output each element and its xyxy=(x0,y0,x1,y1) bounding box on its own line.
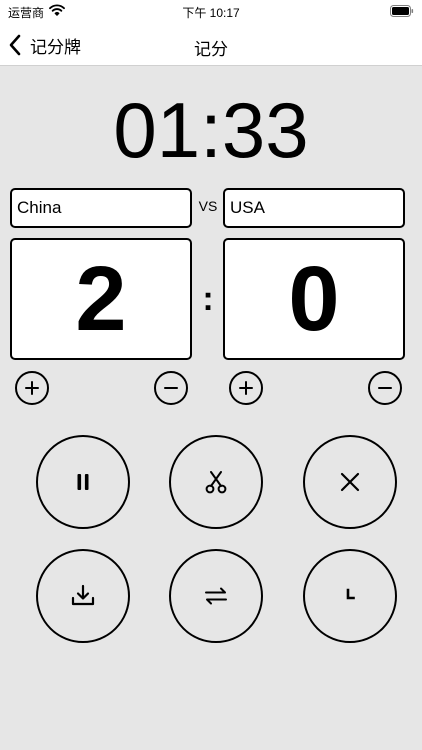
plus-icon xyxy=(239,381,253,395)
status-bar: 运营商 下午 10:17 xyxy=(0,0,422,24)
team-right-score: 0 xyxy=(288,248,340,350)
pause-button[interactable] xyxy=(36,435,130,529)
back-button[interactable]: 记分牌 xyxy=(8,32,81,58)
team-left-score-box[interactable]: 2 xyxy=(10,238,192,360)
scissors-icon xyxy=(205,471,227,494)
team-left-name-input[interactable] xyxy=(10,188,192,228)
battery-icon xyxy=(390,5,414,17)
chevron-left-icon xyxy=(9,34,21,56)
team-right-name-input[interactable] xyxy=(223,188,405,228)
swap-button[interactable] xyxy=(169,549,263,643)
pause-icon xyxy=(77,474,89,490)
team-left-minus-button[interactable] xyxy=(154,371,188,405)
score-separator: : xyxy=(202,280,214,318)
minus-icon xyxy=(164,387,178,389)
close-icon xyxy=(340,472,360,492)
clock-button[interactable] xyxy=(303,549,397,643)
team-right-score-box[interactable]: 0 xyxy=(223,238,405,360)
vs-label: VS xyxy=(198,198,218,214)
team-left-plus-button[interactable] xyxy=(15,371,49,405)
navigation-bar: 记分牌 记分 xyxy=(0,24,422,66)
team-left-score: 2 xyxy=(75,248,127,350)
status-time: 下午 10:17 xyxy=(182,6,240,20)
plus-icon xyxy=(25,381,39,395)
download-button[interactable] xyxy=(36,549,130,643)
close-button[interactable] xyxy=(303,435,397,529)
timer-display[interactable]: 01:33 xyxy=(0,85,422,175)
scissors-button[interactable] xyxy=(169,435,263,529)
download-icon xyxy=(71,584,95,606)
team-right-plus-button[interactable] xyxy=(229,371,263,405)
swap-icon xyxy=(205,587,227,605)
clock-icon xyxy=(346,588,355,600)
team-right-minus-button[interactable] xyxy=(368,371,402,405)
minus-icon xyxy=(378,387,392,389)
back-label: 记分牌 xyxy=(30,37,81,57)
